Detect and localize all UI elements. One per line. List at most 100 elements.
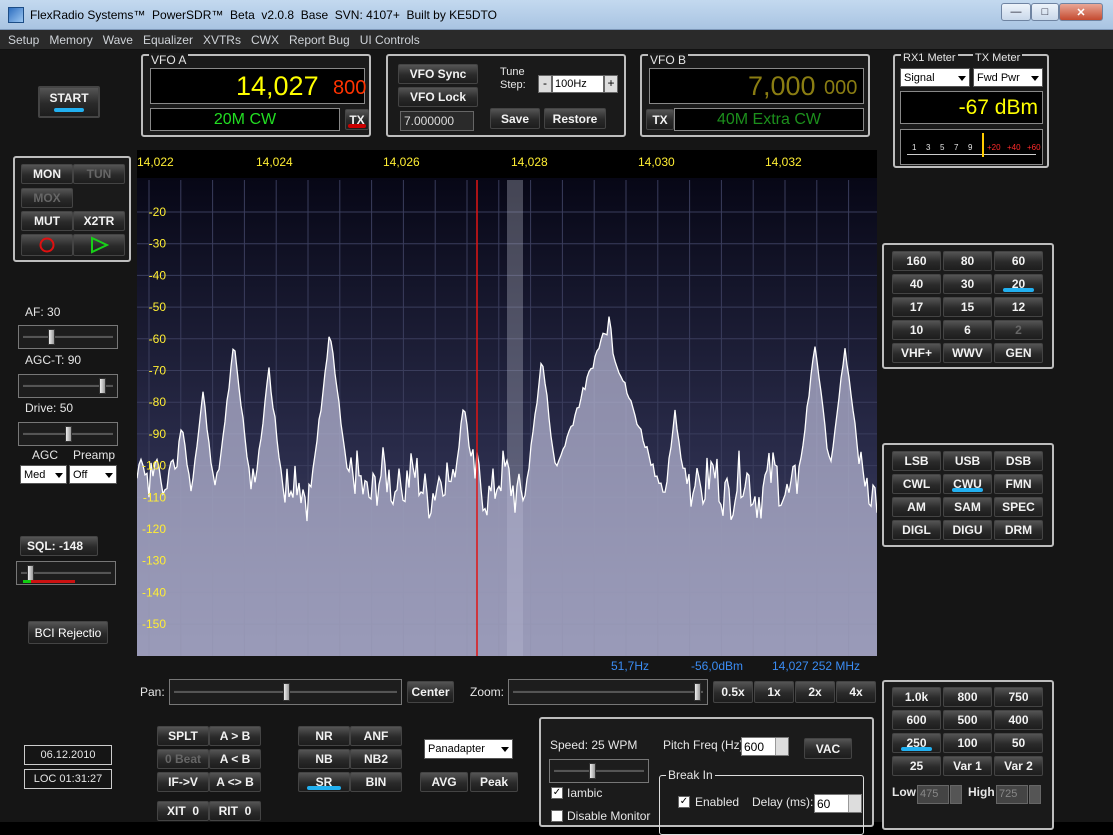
a-to-b-button[interactable]: A > B xyxy=(209,726,261,746)
sql-slider[interactable] xyxy=(16,561,116,585)
vfo-lock-button[interactable]: VFO Lock xyxy=(398,87,478,107)
frequency-entry-field[interactable]: 7.000000 xyxy=(400,111,474,131)
break-in-delay-input[interactable]: 60 xyxy=(814,794,862,813)
split-button[interactable]: SPLT xyxy=(157,726,209,746)
filter-500-button[interactable]: 500 xyxy=(943,710,992,730)
iambic-checkbox[interactable]: ✓ xyxy=(551,787,563,799)
panadapter-graph[interactable]: 14,022 14,024 14,026 14,028 14,030 14,032 -20… xyxy=(137,150,877,656)
mode-cwl-button[interactable]: CWL xyxy=(892,474,941,494)
nr-button[interactable]: NR xyxy=(298,726,350,746)
menu-report-bug[interactable]: Report Bug xyxy=(289,30,350,49)
vfo-a-tx-button[interactable]: TX xyxy=(345,109,369,130)
mode-lsb-button[interactable]: LSB xyxy=(892,451,941,471)
band-10-button[interactable]: 10 xyxy=(892,320,941,340)
mode-sam-button[interactable]: SAM xyxy=(943,497,992,517)
filter-var-2-button[interactable]: Var 2 xyxy=(994,756,1043,776)
pitch-freq-input[interactable]: 600 xyxy=(741,737,789,756)
record-button[interactable] xyxy=(21,234,73,256)
rx-meter-select[interactable]: Signal xyxy=(900,68,970,87)
title-bar[interactable]: FlexRadio Systems™ PowerSDR™ Beta v2.0.8… xyxy=(0,0,1113,30)
pitch-freq-spinner[interactable] xyxy=(775,738,788,755)
vac-button[interactable]: VAC xyxy=(804,738,852,759)
mode-drm-button[interactable]: DRM xyxy=(994,520,1043,540)
pan-slider-thumb[interactable] xyxy=(282,683,290,701)
drive-slider-thumb[interactable] xyxy=(65,426,72,442)
xit-button[interactable]: XIT 0 xyxy=(157,801,209,821)
save-button[interactable]: Save xyxy=(490,108,540,129)
zoom-1x-button[interactable]: 1x xyxy=(754,681,794,703)
band-vhf--button[interactable]: VHF+ xyxy=(892,343,941,363)
mut-button[interactable]: MUT xyxy=(21,211,73,231)
drive-slider[interactable] xyxy=(18,422,118,446)
nb2-button[interactable]: NB2 xyxy=(350,749,402,769)
panadapter-display[interactable]: 14,022 14,024 14,026 14,028 14,030 14,032 -20… xyxy=(137,150,877,656)
band-15-button[interactable]: 15 xyxy=(943,297,992,317)
mode-am-button[interactable]: AM xyxy=(892,497,941,517)
cw-speed-slider[interactable] xyxy=(549,759,649,783)
close-button[interactable]: ✕ xyxy=(1059,3,1103,21)
band-wwv-button[interactable]: WWV xyxy=(943,343,992,363)
if-to-vfo-button[interactable]: IF->V xyxy=(157,772,209,792)
restore-button[interactable]: Restore xyxy=(544,108,606,129)
filter-25-button[interactable]: 25 xyxy=(892,756,941,776)
zoom-4x-button[interactable]: 4x xyxy=(836,681,876,703)
band-20-button[interactable]: 20 xyxy=(994,274,1043,294)
agc-select[interactable]: Med xyxy=(20,465,67,484)
menu-cwx[interactable]: CWX xyxy=(251,30,279,49)
agct-slider[interactable] xyxy=(18,374,118,398)
break-in-enabled-checkbox[interactable]: ✓ xyxy=(678,796,690,808)
display-mode-select[interactable]: Panadapter xyxy=(424,739,513,759)
vfo-sync-button[interactable]: VFO Sync xyxy=(398,64,478,84)
anf-button[interactable]: ANF xyxy=(350,726,402,746)
mode-digl-button[interactable]: DIGL xyxy=(892,520,941,540)
band-2-button[interactable]: 2 xyxy=(994,320,1043,340)
zoom-slider[interactable] xyxy=(508,679,708,705)
band-6-button[interactable]: 6 xyxy=(943,320,992,340)
zoom-slider-thumb[interactable] xyxy=(694,683,702,701)
band-80-button[interactable]: 80 xyxy=(943,251,992,271)
tune-step-down-button[interactable]: - xyxy=(538,75,552,93)
band-17-button[interactable]: 17 xyxy=(892,297,941,317)
band-40-button[interactable]: 40 xyxy=(892,274,941,294)
filter-400-button[interactable]: 400 xyxy=(994,710,1043,730)
disable-monitor-checkbox[interactable] xyxy=(551,810,563,822)
filter-low-input[interactable]: 475 xyxy=(917,785,949,804)
play-button[interactable] xyxy=(73,234,125,256)
cw-speed-slider-thumb[interactable] xyxy=(589,763,597,779)
mode-cwu-button[interactable]: CWU xyxy=(943,474,992,494)
sql-button[interactable]: SQL: -148 xyxy=(20,536,98,556)
peak-button[interactable]: Peak xyxy=(470,772,518,792)
filter-high-spinner[interactable] xyxy=(1029,785,1041,804)
filter-250-button[interactable]: 250 xyxy=(892,733,941,753)
mode-spec-button[interactable]: SPEC xyxy=(994,497,1043,517)
tune-step-up-button[interactable]: + xyxy=(604,75,618,93)
band-60-button[interactable]: 60 xyxy=(994,251,1043,271)
pan-center-button[interactable]: Center xyxy=(407,681,454,703)
menu-wave[interactable]: Wave xyxy=(103,30,133,49)
zero-beat-button[interactable]: 0 Beat xyxy=(157,749,209,769)
bci-rejection-button[interactable]: BCI Rejectio xyxy=(28,621,108,644)
vfo-a-frequency-display[interactable]: 14,027 800 xyxy=(150,68,366,104)
x2tr-button[interactable]: X2TR xyxy=(73,211,125,231)
filter-50-button[interactable]: 50 xyxy=(994,733,1043,753)
band-gen-button[interactable]: GEN xyxy=(994,343,1043,363)
menu-xvtrs[interactable]: XVTRs xyxy=(203,30,241,49)
tune-step-value[interactable]: 100Hz xyxy=(552,75,604,93)
mon-button[interactable]: MON xyxy=(21,164,73,184)
agct-slider-thumb[interactable] xyxy=(99,378,107,394)
mode-dsb-button[interactable]: DSB xyxy=(994,451,1043,471)
tx-meter-select[interactable]: Fwd Pwr xyxy=(973,68,1043,87)
band-12-button[interactable]: 12 xyxy=(994,297,1043,317)
filter-1-0k-button[interactable]: 1.0k xyxy=(892,687,941,707)
menu-ui-controls[interactable]: UI Controls xyxy=(360,30,420,49)
bin-button[interactable]: BIN xyxy=(350,772,402,792)
af-slider[interactable] xyxy=(18,325,118,349)
filter-600-button[interactable]: 600 xyxy=(892,710,941,730)
mode-fmn-button[interactable]: FMN xyxy=(994,474,1043,494)
filter-100-button[interactable]: 100 xyxy=(943,733,992,753)
sql-slider-thumb[interactable] xyxy=(26,565,34,581)
preamp-select[interactable]: Off xyxy=(69,465,117,484)
pan-slider[interactable] xyxy=(169,679,402,705)
filter-low-spinner[interactable] xyxy=(950,785,962,804)
minimize-button[interactable]: — xyxy=(1001,3,1031,21)
